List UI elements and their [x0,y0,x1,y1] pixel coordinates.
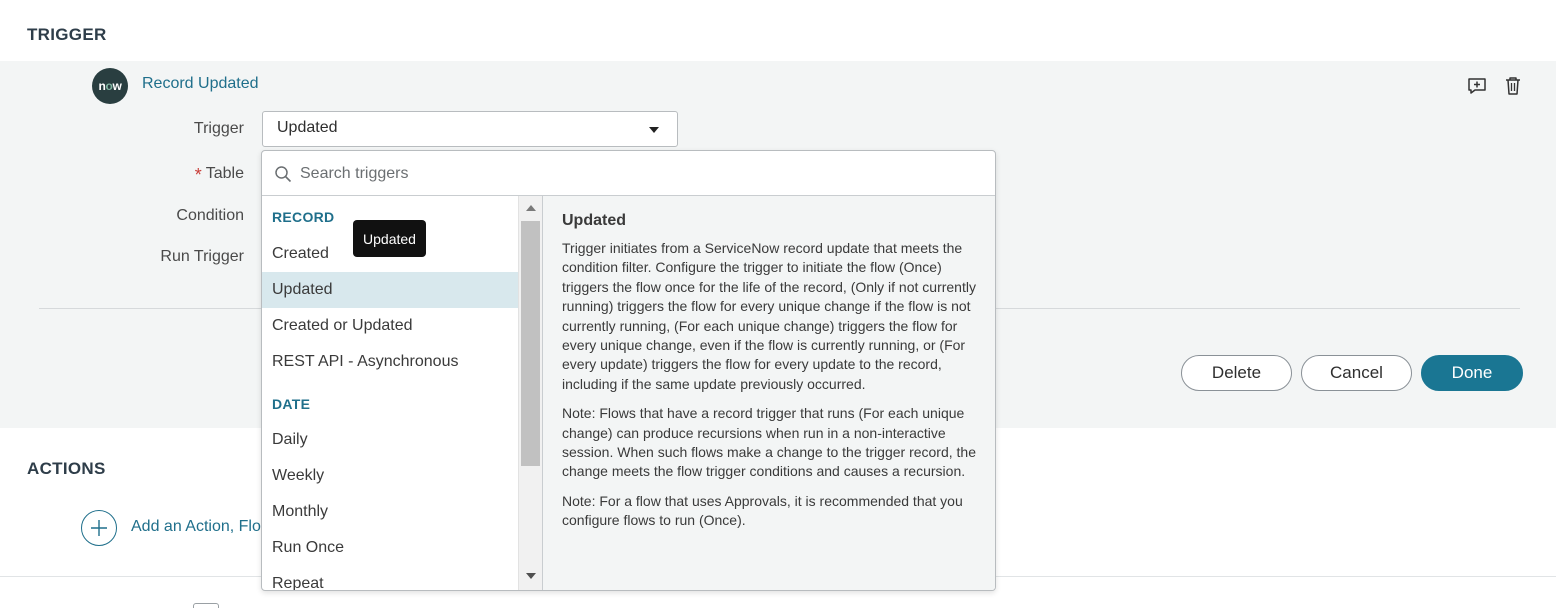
trigger-field-label: Trigger [193,120,244,137]
list-item-weekly[interactable]: Weekly [262,458,518,494]
delete-button[interactable]: Delete [1181,355,1292,391]
scroll-up-icon[interactable] [526,205,536,211]
description-note-recursion: Note: Flows that have a record trigger t… [562,405,976,480]
scroll-down-icon[interactable] [526,573,536,579]
checkbox[interactable] [193,603,219,608]
description-paragraph: Trigger initiates from a ServiceNow reco… [562,240,976,392]
trigger-select[interactable]: Updated [262,111,678,147]
condition-field-label: Condition [176,207,244,224]
trigger-dropdown: RECORD Created Updated Created or Update… [261,150,996,591]
table-field-label: * Table [194,165,244,185]
list-item-updated[interactable]: Updated [262,272,518,308]
servicenow-logo: now [92,68,128,104]
add-action-link[interactable]: Add an Action, Flo [131,518,261,536]
search-icon [275,166,292,183]
done-button[interactable]: Done [1421,355,1523,391]
trigger-select-value: Updated [277,119,338,136]
required-marker: * [194,165,202,185]
list-item-daily[interactable]: Daily [262,422,518,458]
list-item-created-or-updated[interactable]: Created or Updated [262,308,518,344]
actions-section-title: ACTIONS [27,459,106,478]
search-input[interactable] [300,161,980,187]
description-title: Updated [562,212,626,229]
list-item-repeat[interactable]: Repeat [262,566,518,590]
group-header-date: DATE [272,396,311,412]
group-header-record: RECORD [272,209,335,225]
description-note-approvals: Note: For a flow that uses Approvals, it… [562,492,963,529]
list-scrollbar[interactable] [518,196,542,590]
list-item-run-once[interactable]: Run Once [262,530,518,566]
scroll-thumb[interactable] [521,221,540,466]
list-item-monthly[interactable]: Monthly [262,494,518,530]
trigger-title-link[interactable]: Record Updated [142,75,259,93]
list-item-rest-api[interactable]: REST API - Asynchronous [262,344,518,380]
trigger-description-pane: Updated Trigger initiates from a Service… [542,196,995,590]
run-trigger-field-label: Run Trigger [160,248,244,265]
chevron-down-icon [649,127,659,133]
add-action-button[interactable] [81,510,117,546]
search-row [262,151,995,196]
plus-icon [91,520,107,536]
cancel-button[interactable]: Cancel [1301,355,1412,391]
tooltip: Updated [353,220,426,257]
trigger-section-title: TRIGGER [27,25,107,44]
trash-icon[interactable] [1502,76,1524,96]
add-comment-icon[interactable] [1466,76,1488,96]
